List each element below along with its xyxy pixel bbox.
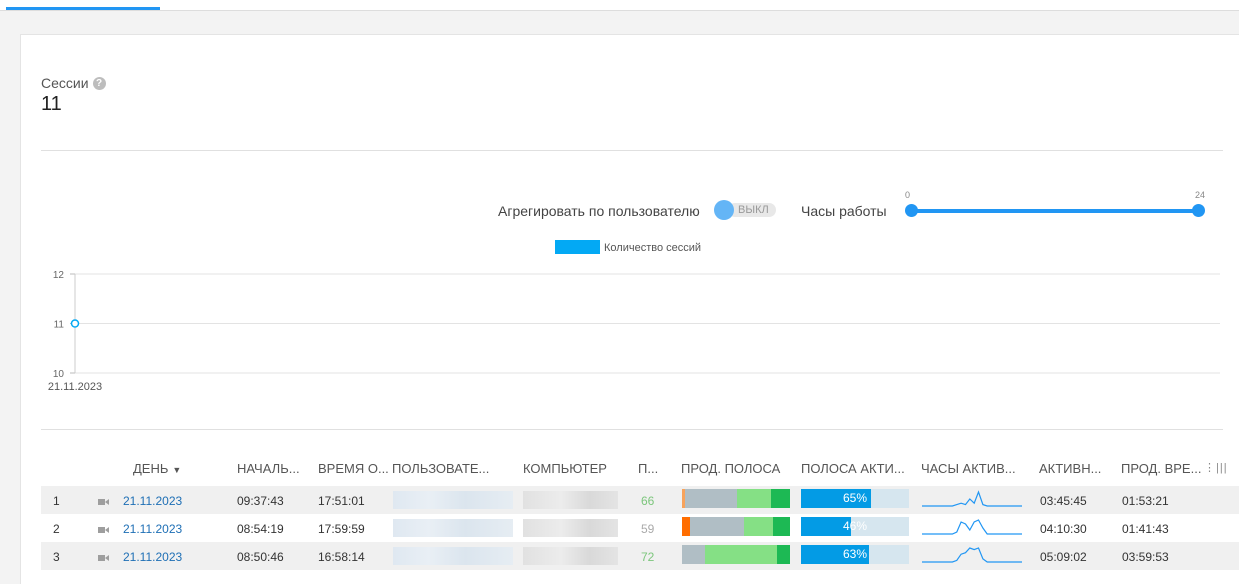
- active-time: 03:45:45: [1040, 494, 1087, 508]
- productivity-bar-segment: [689, 517, 744, 536]
- column-header[interactable]: ПРОД. ПОЛОСА: [681, 461, 780, 476]
- aggregate-toggle[interactable]: ВЫКЛ: [714, 200, 780, 220]
- activity-percent: 65%: [842, 491, 868, 505]
- table-header: ДЕНЬ ▼ НАЧАЛЬ... ВРЕМЯ О... ПОЛЬЗОВАТЕ... КОМ…: [41, 456, 1239, 484]
- column-header[interactable]: КОМПЬЮТЕР: [523, 461, 607, 476]
- day-link[interactable]: 21.11.2023: [123, 522, 182, 536]
- column-header[interactable]: ВРЕМЯ О...: [318, 461, 389, 476]
- computer-name-redacted: [523, 491, 618, 509]
- productivity-bar-segment: [682, 517, 690, 536]
- productive-time: 03:59:53: [1122, 550, 1169, 564]
- end-time: 16:58:14: [318, 550, 365, 564]
- productivity-bar-segment: [704, 545, 778, 564]
- computer-name-redacted: [523, 547, 618, 565]
- productive-time: 01:41:43: [1122, 522, 1169, 536]
- column-header[interactable]: ПРОД. ВРЕ...: [1121, 461, 1201, 476]
- column-header[interactable]: ЧАСЫ АКТИВ...: [921, 461, 1016, 476]
- video-camera-icon[interactable]: [98, 495, 109, 505]
- productivity-percent: 72: [641, 550, 655, 564]
- row-number: 2: [53, 522, 60, 536]
- sessions-count: 11: [41, 93, 62, 115]
- start-time: 09:37:43: [237, 494, 284, 508]
- productivity-bar-segment: [685, 489, 738, 508]
- y-tick-label: 11: [54, 320, 65, 331]
- column-header[interactable]: НАЧАЛЬ...: [237, 461, 300, 476]
- column-header[interactable]: ПОЛЬЗОВАТЕ...: [392, 461, 489, 476]
- productivity-bar-segment: [743, 517, 773, 536]
- sessions-card: Сессии ? 11 Агрегировать по пользователю…: [20, 34, 1239, 584]
- productivity-bar-segment: [770, 489, 790, 508]
- activity-percent: 46%: [842, 519, 868, 533]
- productivity-bar: [682, 489, 790, 508]
- slider-rail[interactable]: [907, 209, 1203, 213]
- aggregate-by-user-label: Агрегировать по пользователю: [498, 203, 700, 219]
- computer-name-redacted: [523, 519, 618, 537]
- productivity-percent: 59: [641, 522, 655, 536]
- productivity-bar-segment: [772, 517, 790, 536]
- y-tick-label: 12: [53, 270, 65, 281]
- activity-bar: 46%: [801, 517, 909, 536]
- start-time: 08:50:46: [237, 550, 284, 564]
- slider-min-label: 0: [905, 190, 911, 200]
- column-header[interactable]: П...: [638, 461, 658, 476]
- work-hours-slider[interactable]: 0 24: [905, 190, 1205, 220]
- activity-bar: 63%: [801, 545, 909, 564]
- column-header[interactable]: ДЕНЬ ▼: [133, 461, 181, 476]
- toggle-state-text: ВЫКЛ: [738, 204, 769, 216]
- slider-max-label: 24: [1194, 190, 1205, 200]
- activity-hours-sparkline: [922, 546, 1022, 567]
- active-time: 05:09:02: [1040, 550, 1087, 564]
- end-time: 17:59:59: [318, 522, 365, 536]
- sessions-chart: Количество сессий 12 11 1021.11.2023: [48, 240, 1220, 393]
- video-camera-icon[interactable]: [98, 523, 109, 533]
- table-row[interactable]: 3 21.11.2023 08:50:46 16:58:14 72 63% 05:09:02…: [41, 542, 1239, 570]
- productivity-bar-segment: [737, 489, 771, 508]
- activity-percent: 63%: [842, 547, 868, 561]
- sessions-label-text: Сессии: [41, 75, 89, 91]
- work-hours-label: Часы работы: [801, 203, 887, 219]
- user-name-redacted: [393, 519, 513, 537]
- legend-label: Количество сессий: [604, 242, 701, 254]
- slider-handle-end[interactable]: [1192, 204, 1205, 217]
- productivity-bar-segment: [777, 545, 790, 564]
- start-time: 08:54:19: [237, 522, 284, 536]
- sort-desc-icon[interactable]: ▼: [172, 465, 181, 475]
- slider-handle-start[interactable]: [905, 204, 918, 217]
- y-tick-label: 10: [53, 369, 65, 380]
- user-name-redacted: [393, 547, 513, 565]
- divider-bottom: [41, 429, 1223, 430]
- column-header[interactable]: АКТИВН...: [1039, 461, 1101, 476]
- divider-top: [41, 150, 1223, 151]
- help-icon[interactable]: ?: [92, 76, 106, 90]
- toggle-knob[interactable]: [714, 200, 734, 220]
- data-point: [70, 319, 80, 328]
- active-time: 04:10:30: [1040, 522, 1087, 536]
- productive-time: 01:53:21: [1122, 494, 1169, 508]
- legend-swatch: [555, 240, 600, 254]
- activity-hours-sparkline: [922, 490, 1022, 511]
- end-time: 17:51:01: [318, 494, 365, 508]
- column-header[interactable]: ПОЛОСА АКТИ...: [801, 461, 905, 476]
- day-link[interactable]: 21.11.2023: [123, 550, 182, 564]
- table-row[interactable]: 2 21.11.2023 08:54:19 17:59:59 59 46% 04:10:30…: [41, 514, 1239, 542]
- x-tick-label: 21.11.2023: [48, 381, 102, 393]
- video-camera-icon[interactable]: [98, 551, 109, 561]
- tab-bar: [0, 0, 1239, 11]
- productivity-percent: 66: [641, 494, 655, 508]
- column-settings-icon[interactable]: ⋮|||: [1204, 461, 1228, 474]
- productivity-bar-segment: [682, 545, 705, 564]
- row-number: 3: [53, 550, 60, 564]
- sessions-metric-label: Сессии ?: [41, 75, 106, 91]
- row-number: 1: [53, 494, 60, 508]
- activity-hours-sparkline: [922, 518, 1022, 539]
- day-link[interactable]: 21.11.2023: [123, 494, 182, 508]
- user-name-redacted: [393, 491, 513, 509]
- activity-bar: 65%: [801, 489, 909, 508]
- active-tab-indicator[interactable]: [6, 7, 160, 10]
- productivity-bar: [682, 545, 790, 564]
- table-row[interactable]: 1 21.11.2023 09:37:43 17:51:01 66 65% 03:45:45…: [41, 486, 1239, 514]
- productivity-bar: [682, 517, 790, 536]
